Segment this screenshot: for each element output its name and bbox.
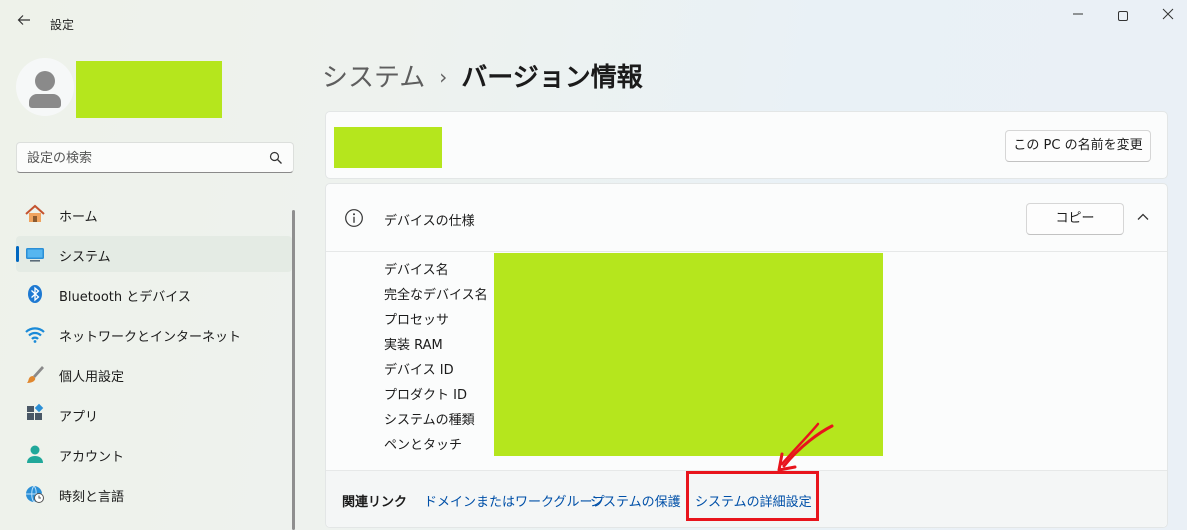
sidebar-item-label: Bluetooth とデバイス bbox=[59, 290, 191, 305]
avatar-body bbox=[29, 94, 61, 108]
sidebar-item-personalization[interactable]: 個人用設定 bbox=[16, 356, 292, 392]
sidebar-item-label: ネットワークとインターネット bbox=[59, 330, 242, 345]
sidebar-item-network[interactable]: ネットワークとインターネット bbox=[16, 316, 292, 352]
sidebar-item-label: システム bbox=[59, 250, 111, 265]
maximize-button[interactable] bbox=[1100, 6, 1146, 28]
sidebar-item-label: アカウント bbox=[59, 450, 125, 465]
sidebar-item-bluetooth[interactable]: Bluetooth とデバイス bbox=[16, 276, 292, 312]
selection-indicator bbox=[16, 246, 19, 262]
sidebar-item-label: ホーム bbox=[59, 210, 98, 225]
search-box[interactable] bbox=[16, 142, 294, 173]
rename-pc-button[interactable]: この PC の名前を変更 bbox=[1005, 130, 1151, 162]
sidebar-item-apps[interactable]: アプリ bbox=[16, 396, 292, 432]
globe-clock-icon bbox=[26, 485, 44, 503]
redacted-pc-name bbox=[334, 127, 442, 168]
sidebar-item-system[interactable]: システム bbox=[16, 236, 292, 272]
title-bar: 設定 bbox=[0, 0, 1187, 46]
monitor-icon bbox=[26, 248, 44, 262]
spec-label: プロセッサ bbox=[384, 313, 450, 328]
spec-label-list: デバイス名 完全なデバイス名 プロセッサ 実装 RAM デバイス ID プロダク… bbox=[384, 263, 488, 463]
sidebar-item-time-language[interactable]: 時刻と言語 bbox=[16, 476, 292, 512]
spec-label: デバイス ID bbox=[384, 363, 454, 378]
chevron-up-icon[interactable] bbox=[1134, 208, 1152, 226]
system-protection-link[interactable]: システムの保護 bbox=[590, 491, 681, 510]
sidebar-scrollbar[interactable] bbox=[292, 210, 295, 530]
spec-label: 実装 RAM bbox=[384, 338, 443, 353]
pc-name-card: この PC の名前を変更 bbox=[325, 111, 1168, 179]
spec-label: ペンとタッチ bbox=[384, 438, 463, 453]
highlight-box bbox=[686, 471, 819, 521]
info-icon bbox=[345, 209, 363, 227]
search-icon[interactable] bbox=[269, 151, 283, 165]
person-icon bbox=[27, 445, 43, 463]
close-button[interactable] bbox=[1145, 6, 1187, 28]
device-spec-header[interactable]: デバイスの仕様 コピー bbox=[326, 184, 1167, 252]
minimize-icon bbox=[1073, 13, 1083, 15]
maximize-icon bbox=[1118, 10, 1128, 21]
sidebar-item-label: 時刻と言語 bbox=[59, 490, 125, 505]
sidebar-item-label: 個人用設定 bbox=[59, 370, 125, 385]
wifi-icon bbox=[25, 327, 45, 343]
spec-label: システムの種類 bbox=[384, 413, 475, 428]
avatar[interactable] bbox=[16, 58, 74, 116]
sidebar-item-label: アプリ bbox=[59, 410, 99, 425]
minimize-button[interactable] bbox=[1055, 6, 1101, 28]
brush-icon bbox=[27, 366, 44, 383]
sidebar-item-accounts[interactable]: アカウント bbox=[16, 436, 292, 472]
breadcrumb-separator-icon: › bbox=[439, 65, 448, 89]
device-spec-title: デバイスの仕様 bbox=[384, 214, 475, 229]
page-title: バージョン情報 bbox=[461, 63, 643, 93]
search-input[interactable] bbox=[27, 148, 257, 168]
apps-icon bbox=[27, 403, 44, 420]
copy-button[interactable]: コピー bbox=[1026, 203, 1124, 235]
app-title: 設定 bbox=[50, 18, 75, 32]
breadcrumb-parent[interactable]: システム bbox=[322, 63, 425, 93]
arrow-left-icon bbox=[17, 15, 30, 25]
home-icon bbox=[25, 204, 45, 222]
back-button[interactable] bbox=[14, 12, 34, 32]
breadcrumb: システム › バージョン情報 bbox=[322, 57, 643, 94]
spec-label: デバイス名 bbox=[384, 263, 449, 278]
avatar-head bbox=[35, 71, 55, 91]
spec-label: 完全なデバイス名 bbox=[384, 288, 488, 303]
annotation-arrow-icon bbox=[777, 422, 834, 472]
close-icon bbox=[1162, 8, 1174, 20]
spec-label: プロダクト ID bbox=[384, 388, 467, 403]
domain-workgroup-link[interactable]: ドメインまたはワークグループ bbox=[424, 491, 605, 510]
related-links-label: 関連リンク bbox=[342, 495, 408, 510]
sidebar-item-home[interactable]: ホーム bbox=[16, 196, 292, 232]
bluetooth-icon bbox=[28, 285, 42, 303]
redacted-user-name bbox=[76, 61, 222, 118]
